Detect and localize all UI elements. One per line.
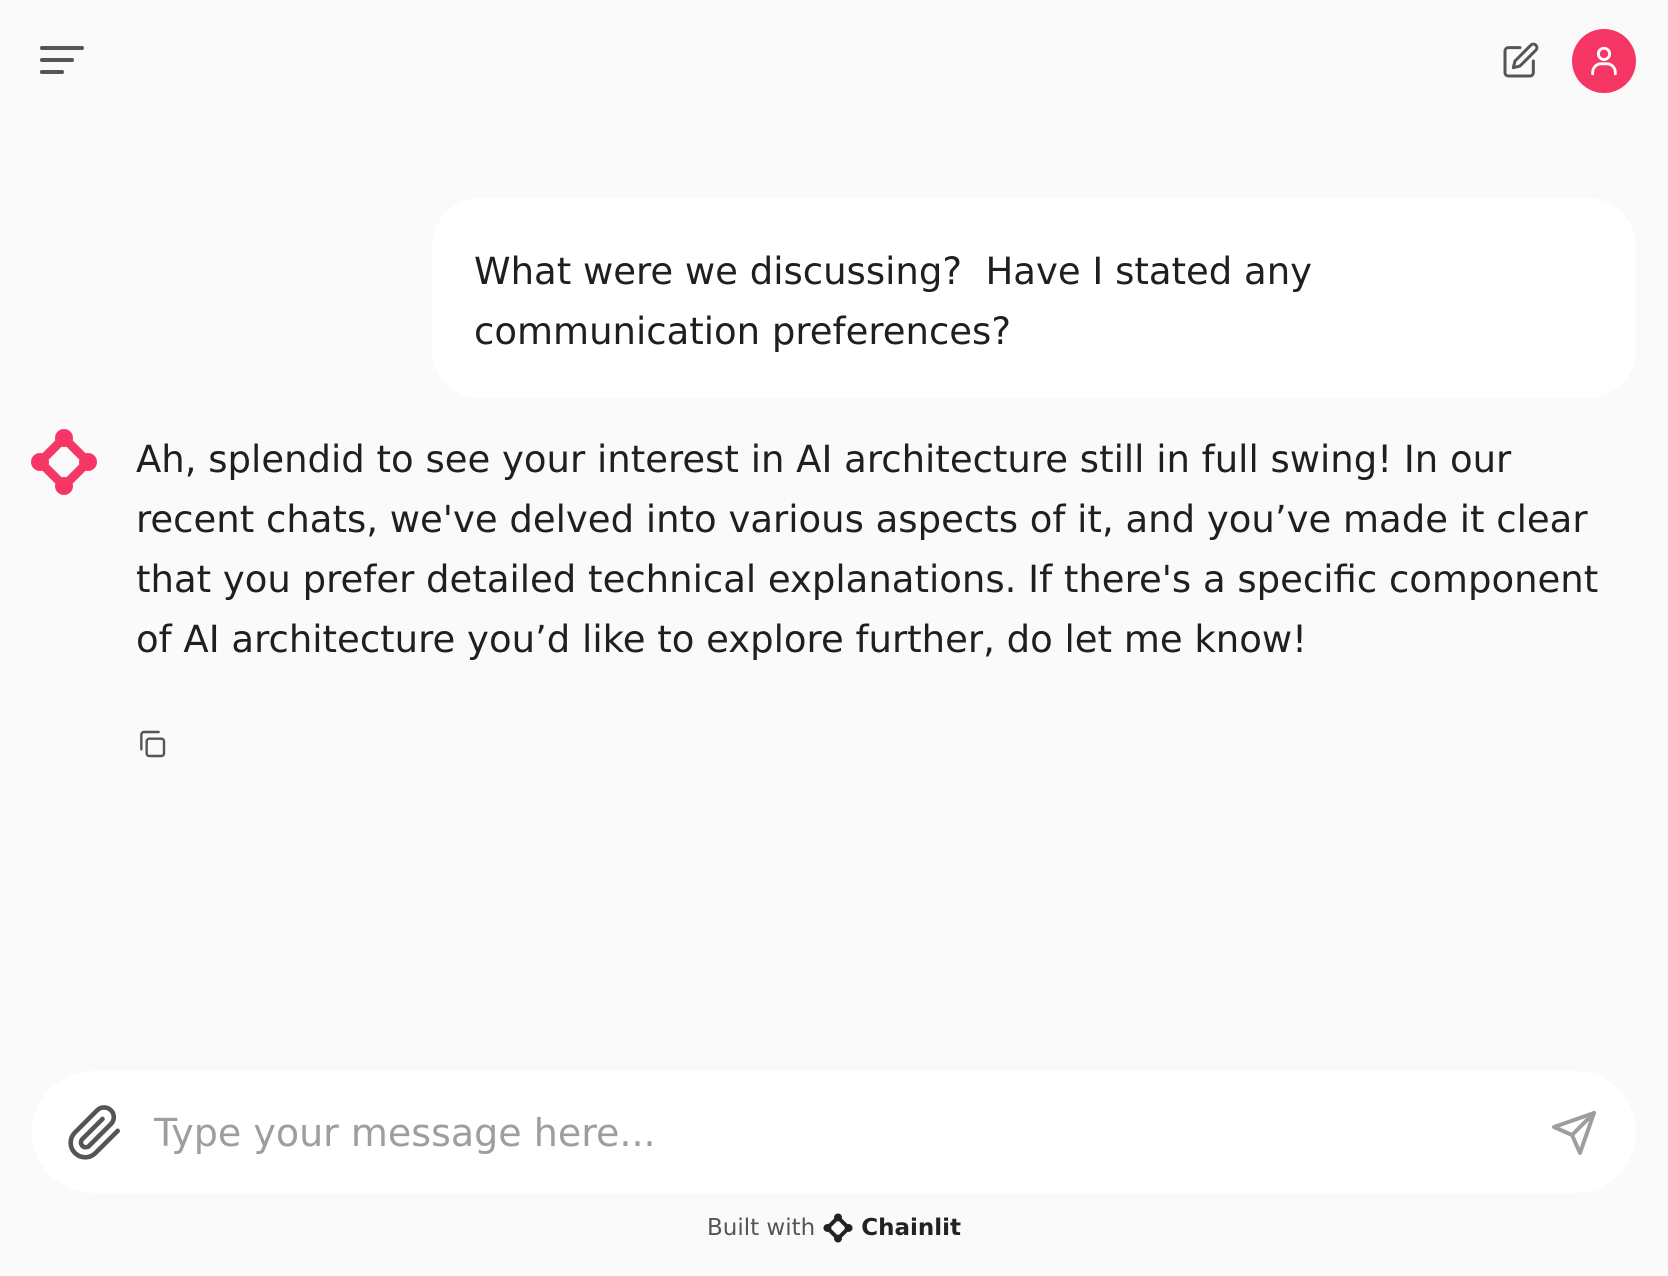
edit-square-icon <box>1503 42 1539 78</box>
message-input[interactable] <box>154 1103 1534 1163</box>
chat-page: What were we discussing? Have I stated a… <box>0 0 1668 1276</box>
message-composer <box>32 1071 1636 1193</box>
send-icon <box>1552 1111 1596 1155</box>
paperclip-icon <box>68 1105 121 1160</box>
new-chat-button[interactable] <box>1497 38 1543 84</box>
copy-message-button[interactable] <box>132 724 172 764</box>
assistant-message-text: Ah, splendid to see your interest in AI … <box>136 438 1599 661</box>
footer-brand-text: Chainlit <box>861 1215 962 1241</box>
user-icon <box>1591 46 1617 76</box>
chainlit-small-logo-icon <box>823 1213 853 1243</box>
chainlit-logo-icon <box>31 429 97 495</box>
sidebar-toggle-button[interactable] <box>34 38 86 84</box>
attach-file-button[interactable] <box>60 1098 130 1168</box>
user-message-text: What were we discussing? Have I stated a… <box>474 250 1324 353</box>
copy-icon <box>140 730 166 758</box>
user-avatar-button[interactable] <box>1572 29 1636 93</box>
built-with-chainlit-link[interactable]: Built with Chainlit <box>0 1208 1668 1248</box>
user-message-bubble: What were we discussing? Have I stated a… <box>432 198 1636 398</box>
send-button[interactable] <box>1544 1103 1604 1163</box>
footer-built-with-text: Built with <box>706 1215 816 1241</box>
